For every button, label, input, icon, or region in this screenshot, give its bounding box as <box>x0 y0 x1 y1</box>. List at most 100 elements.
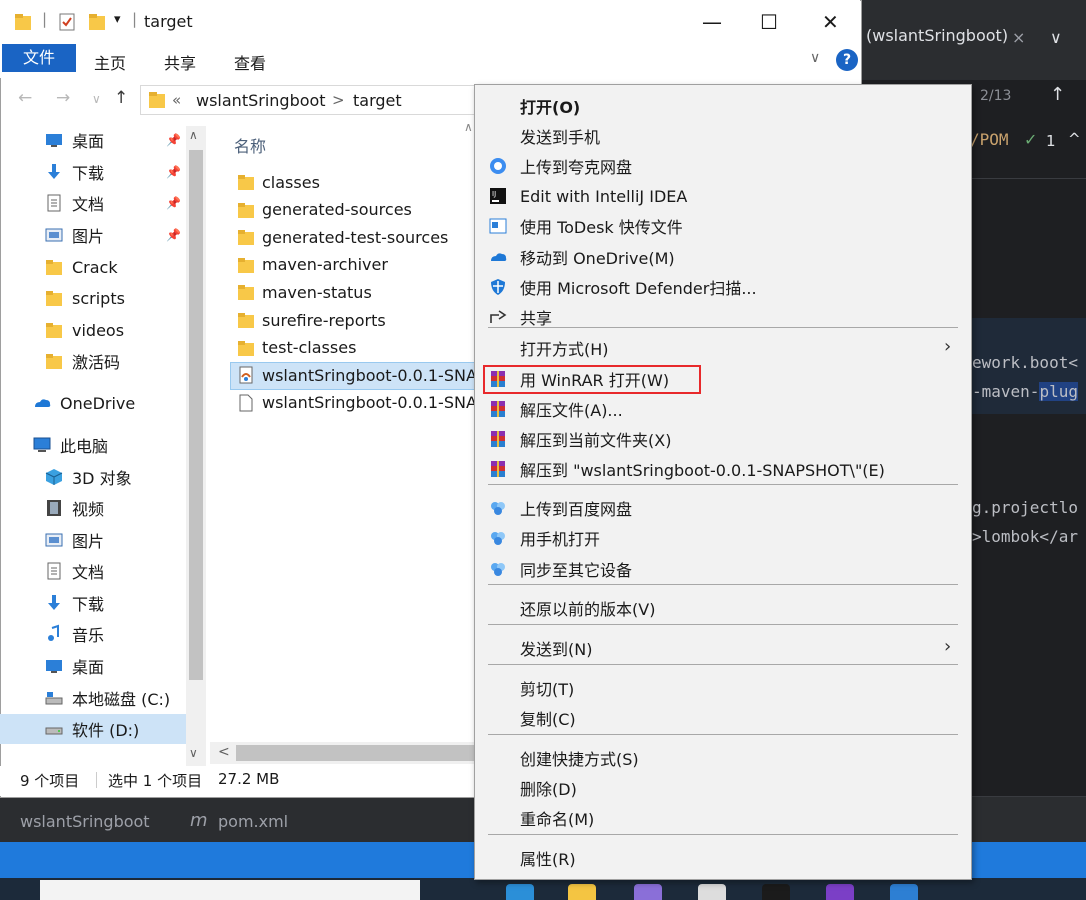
horizontal-scrollbar-thumb[interactable] <box>236 745 476 761</box>
maximize-button[interactable]: ☐ <box>760 10 778 34</box>
sidebar-item-label: 下载 <box>72 164 105 183</box>
github-icon[interactable] <box>698 884 726 900</box>
sidebar-item-label: OneDrive <box>60 393 136 413</box>
sidebar-item[interactable]: 此电脑 <box>32 432 108 458</box>
address-segment[interactable]: wslantSringboot <box>196 91 326 110</box>
sidebar-item[interactable]: 音乐 <box>44 621 104 647</box>
sidebar-item[interactable]: videos <box>44 317 124 343</box>
sidebar-item[interactable]: 文档 <box>44 190 104 216</box>
file-row[interactable]: generated-sources <box>236 197 412 223</box>
context-menu-item[interactable]: 还原以前的版本(V) <box>486 594 962 622</box>
minimize-button[interactable]: — <box>702 10 722 34</box>
column-header-name[interactable]: 名称 <box>234 133 266 157</box>
context-menu-item[interactable]: 解压文件(A)... <box>486 395 962 423</box>
context-menu-item[interactable]: 使用 Microsoft Defender扫描... <box>486 273 962 301</box>
tab-share[interactable]: 共享 <box>164 50 196 74</box>
winrar-icon <box>486 457 510 481</box>
tab-file[interactable]: 文件 <box>2 44 76 72</box>
sidebar-item[interactable]: 图片 <box>44 222 104 248</box>
context-menu-item[interactable]: 剪切(T) <box>486 674 962 702</box>
file-explorer-icon[interactable] <box>568 884 596 900</box>
sidebar-item[interactable]: 桌面 <box>44 127 104 153</box>
sidebar-item[interactable]: 下载 <box>44 590 104 616</box>
menu-separator <box>488 327 958 328</box>
address-segment[interactable]: target <box>353 91 402 110</box>
back-button[interactable]: ← <box>18 88 32 108</box>
properties-icon[interactable] <box>58 12 76 32</box>
context-menu-item[interactable]: 上传到夸克网盘 <box>486 152 962 180</box>
intellij-taskbar-icon[interactable] <box>762 884 790 900</box>
address-separator-icon[interactable]: > <box>332 91 345 109</box>
sidebar-item[interactable]: 视频 <box>44 495 104 521</box>
context-menu-item[interactable]: 发送到(N) <box>486 634 962 662</box>
app-icon[interactable] <box>634 884 662 900</box>
ide-breadcrumb-project[interactable]: wslantSringboot <box>20 812 150 831</box>
sidebar-item[interactable]: 激活码 <box>44 348 120 374</box>
taskbar-search-box[interactable] <box>40 880 420 900</box>
context-menu-item[interactable]: IJ Edit with IntelliJ IDEA <box>486 182 962 210</box>
scroll-down-icon[interactable]: ∨ <box>189 746 198 760</box>
context-menu-item[interactable]: 打开(O) <box>486 92 962 120</box>
start-button[interactable] <box>0 878 40 900</box>
pin-icon[interactable]: 📌 <box>166 133 181 147</box>
address-overflow-icon[interactable]: « <box>172 91 181 109</box>
scroll-left-icon[interactable]: < <box>218 744 230 760</box>
file-row[interactable]: wslantSringboot-0.0.1-SNAPSHOT.jar.origi… <box>236 390 474 416</box>
pin-icon[interactable]: 📌 <box>166 165 181 179</box>
ide-caret-up-icon[interactable]: ^ <box>1068 130 1081 148</box>
pin-icon[interactable]: 📌 <box>166 196 181 210</box>
sidebar-item[interactable]: Crack <box>44 254 118 280</box>
tab-home[interactable]: 主页 <box>94 50 126 74</box>
help-button[interactable]: ? <box>836 49 858 71</box>
context-menu-item[interactable]: 上传到百度网盘 <box>486 494 962 522</box>
file-row[interactable]: maven-archiver <box>236 252 388 278</box>
sidebar-item[interactable]: 桌面 <box>44 653 104 679</box>
vscode-icon[interactable] <box>890 884 918 900</box>
file-row[interactable]: classes <box>236 169 320 195</box>
context-menu-item[interactable]: 同步至其它设备 <box>486 555 962 583</box>
edge-icon[interactable] <box>506 884 534 900</box>
file-row[interactable]: maven-status <box>236 279 372 305</box>
context-menu-item[interactable]: 使用 ToDesk 快传文件 <box>486 212 962 240</box>
sidebar-item[interactable]: scripts <box>44 285 125 311</box>
ide-chevron-down-icon[interactable]: ∨ <box>1050 28 1062 47</box>
context-menu-item[interactable]: 属性(R) <box>486 844 962 872</box>
nav-scrollbar-thumb[interactable] <box>189 150 203 680</box>
context-menu-item[interactable]: 重命名(M) <box>486 804 962 832</box>
context-menu-item[interactable]: 用手机打开 <box>486 524 962 552</box>
close-button[interactable]: ✕ <box>822 10 839 34</box>
customize-toolbar-icon[interactable]: ▾ <box>114 12 121 27</box>
file-row[interactable]: wslantSringboot-0.0.1-SNAPSHOT.jar <box>236 362 474 388</box>
ribbon-expand-icon[interactable]: ∨ <box>810 50 820 66</box>
scroll-up-icon[interactable]: ∧ <box>189 128 198 142</box>
visual-studio-icon[interactable] <box>826 884 854 900</box>
pin-icon[interactable]: 📌 <box>166 228 181 242</box>
context-menu-item[interactable]: 打开方式(H) <box>486 334 962 362</box>
context-menu-item[interactable]: 解压到 "wslantSringboot-0.0.1-SNAPSHOT\"(E) <box>486 455 962 483</box>
up-button[interactable]: ↑ <box>114 88 128 108</box>
new-folder-icon[interactable] <box>88 12 106 32</box>
ide-tab-close-icon[interactable]: × <box>1012 28 1025 47</box>
sidebar-item[interactable]: 图片 <box>44 527 104 553</box>
tab-view[interactable]: 查看 <box>234 50 266 74</box>
ide-previous-match-icon[interactable]: ↑ <box>1050 84 1065 105</box>
context-menu-item[interactable]: 删除(D) <box>486 774 962 802</box>
sidebar-item[interactable]: 3D 对象 <box>44 464 132 490</box>
sidebar-item[interactable]: 下载 <box>44 159 104 185</box>
sidebar-item[interactable]: OneDrive <box>32 390 135 416</box>
file-row[interactable]: generated-test-sources <box>236 224 448 250</box>
context-menu-item[interactable]: 复制(C) <box>486 704 962 732</box>
sidebar-item[interactable]: 本地磁盘 (C:) <box>44 685 170 711</box>
sidebar-item[interactable]: 文档 <box>44 558 104 584</box>
context-menu-item[interactable]: 创建快捷方式(S) <box>486 744 962 772</box>
sidebar-item[interactable]: 软件 (D:) <box>44 716 139 742</box>
recent-locations-icon[interactable]: ∨ <box>92 92 101 106</box>
context-menu-item[interactable]: 发送到手机 <box>486 122 962 150</box>
forward-button[interactable]: → <box>56 88 70 108</box>
file-row[interactable]: surefire-reports <box>236 307 386 333</box>
context-menu-item[interactable]: 解压到当前文件夹(X) <box>486 425 962 453</box>
ide-breadcrumb-file[interactable]: pom.xml <box>218 812 288 831</box>
context-menu-item[interactable]: 移动到 OneDrive(M) <box>486 243 962 271</box>
ide-tab-title[interactable]: (wslantSringboot) <box>866 26 1008 45</box>
file-row[interactable]: test-classes <box>236 335 356 361</box>
